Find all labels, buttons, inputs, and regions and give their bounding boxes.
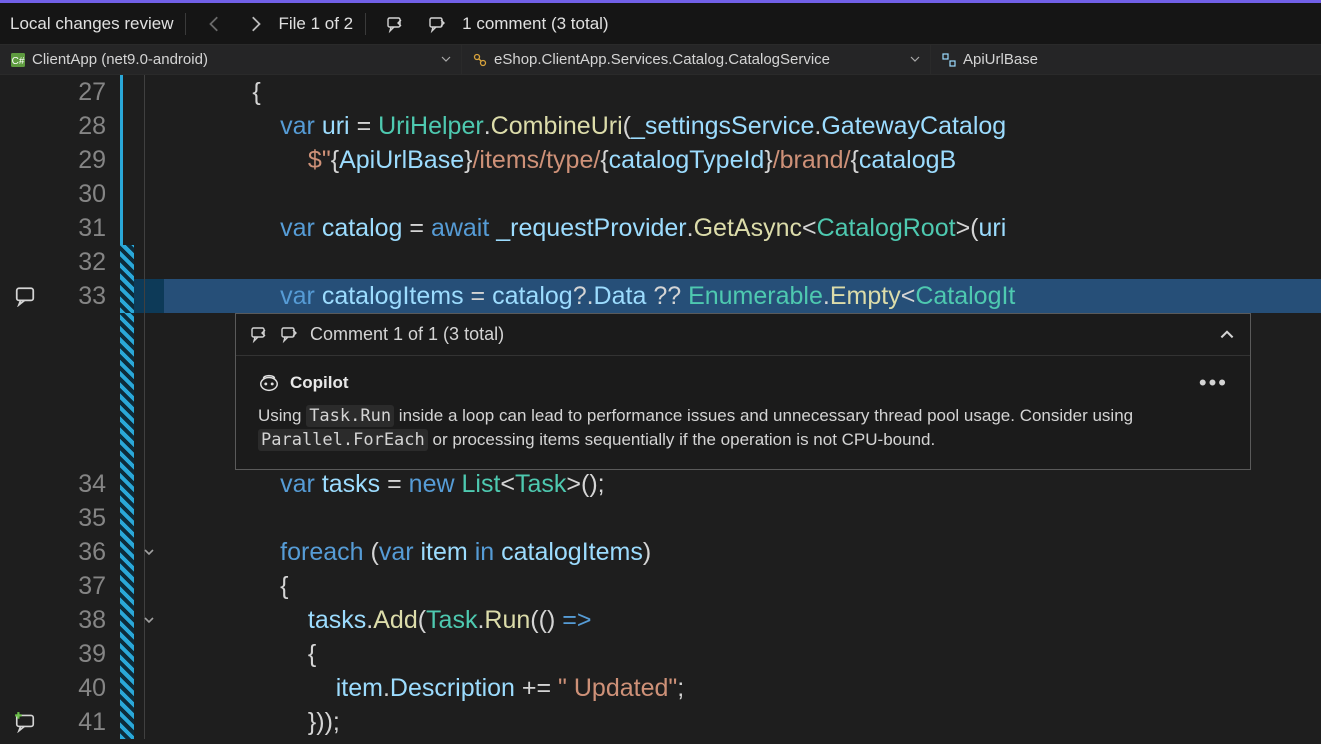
chevron-up-icon (1218, 325, 1236, 343)
line-number: 33 (50, 279, 120, 313)
line-number: 29 (50, 143, 120, 177)
chevron-down-icon (142, 545, 156, 559)
review-title: Local changes review (10, 14, 173, 34)
comment-counter: Comment 1 of 1 (3 total) (310, 322, 504, 347)
code-line: 39 { (0, 637, 1321, 671)
property-icon (941, 52, 957, 68)
collapse-comment-button[interactable] (1218, 325, 1236, 343)
line-number: 31 (50, 211, 120, 245)
code-line: 41 })); (0, 705, 1321, 739)
line-number: 40 (50, 671, 120, 705)
code-line: 38 tasks.Add(Task.Run(() => (0, 603, 1321, 637)
csharp-project-icon: C# (10, 52, 26, 68)
comment-bubble-icon (14, 285, 36, 307)
namespace-crumb[interactable]: eShop.ClientApp.Services.Catalog.Catalog… (462, 45, 931, 74)
member-crumb[interactable]: ApiUrlBase (931, 45, 1321, 74)
line-number: 41 (50, 705, 120, 739)
dropdown-icon (910, 51, 920, 68)
copilot-icon (258, 372, 280, 394)
line-number: 30 (50, 177, 120, 211)
comment-card-header: Comment 1 of 1 (3 total) (236, 314, 1250, 356)
comment-body: Copilot ••• Using Task.Run inside a loop… (236, 356, 1250, 469)
comment-actions-button[interactable]: ••• (1199, 368, 1228, 398)
member-name: ApiUrlBase (963, 51, 1038, 68)
line-number: 36 (50, 535, 120, 569)
review-toolbar: Local changes review File 1 of 2 1 comme… (0, 3, 1321, 45)
svg-text:C#: C# (12, 56, 25, 67)
comment-summary: 1 comment (3 total) (462, 14, 608, 34)
divider (365, 13, 366, 35)
comment-peek-row: Comment 1 of 1 (3 total) Copilot ••• Usi… (0, 313, 1321, 467)
namespace-name: eShop.ClientApp.Services.Catalog.Catalog… (494, 51, 830, 68)
code-line: 27 { (0, 75, 1321, 109)
code-line: 37 { (0, 569, 1321, 603)
chevron-down-icon (142, 613, 156, 627)
comment-card: Comment 1 of 1 (3 total) Copilot ••• Usi… (235, 313, 1251, 470)
project-crumb[interactable]: C# ClientApp (net9.0-android) (0, 45, 462, 74)
add-comment-icon (14, 711, 36, 733)
code-line: 40 item.Description += " Updated"; (0, 671, 1321, 705)
line-number: 39 (50, 637, 120, 671)
prev-file-button[interactable] (198, 11, 232, 37)
add-comment-glyph[interactable] (0, 705, 50, 739)
fold-toggle[interactable] (134, 603, 164, 637)
line-number: 38 (50, 603, 120, 637)
code-line-highlighted: 33 var catalogItems = catalog?.Data ?? E… (0, 279, 1321, 313)
next-comment-inline-button[interactable] (280, 324, 300, 344)
code-editor[interactable]: 27 { 28 var uri = UriHelper.CombineUri(_… (0, 75, 1321, 744)
line-number: 27 (50, 75, 120, 109)
comment-author: Copilot (290, 371, 349, 394)
next-comment-button[interactable] (420, 10, 456, 38)
prev-comment-button[interactable] (378, 10, 414, 38)
comment-text: Using Task.Run inside a loop can lead to… (258, 404, 1228, 453)
fold-toggle[interactable] (134, 535, 164, 569)
code-line: 30 (0, 177, 1321, 211)
code-line: 35 (0, 501, 1321, 535)
code-line: 28 var uri = UriHelper.CombineUri(_setti… (0, 109, 1321, 143)
class-icon (472, 52, 488, 68)
comment-glyph[interactable] (0, 279, 50, 313)
code-line: 31 var catalog = await _requestProvider.… (0, 211, 1321, 245)
line-number: 37 (50, 569, 120, 603)
divider (185, 13, 186, 35)
line-number: 32 (50, 245, 120, 279)
code-line: 36 foreach (var item in catalogItems) (0, 535, 1321, 569)
dropdown-icon (441, 51, 451, 68)
file-counter: File 1 of 2 (278, 14, 353, 34)
code-line: 34 var tasks = new List<Task>(); (0, 467, 1321, 501)
breadcrumb-bar: C# ClientApp (net9.0-android) eShop.Clie… (0, 45, 1321, 75)
line-number: 34 (50, 467, 120, 501)
line-number: 35 (50, 501, 120, 535)
prev-comment-inline-button[interactable] (250, 324, 270, 344)
project-name: ClientApp (net9.0-android) (32, 51, 208, 68)
code-line: 32 (0, 245, 1321, 279)
line-number: 28 (50, 109, 120, 143)
code-line: 29 $"{ApiUrlBase}/items/type/{catalogTyp… (0, 143, 1321, 177)
next-file-button[interactable] (238, 11, 272, 37)
